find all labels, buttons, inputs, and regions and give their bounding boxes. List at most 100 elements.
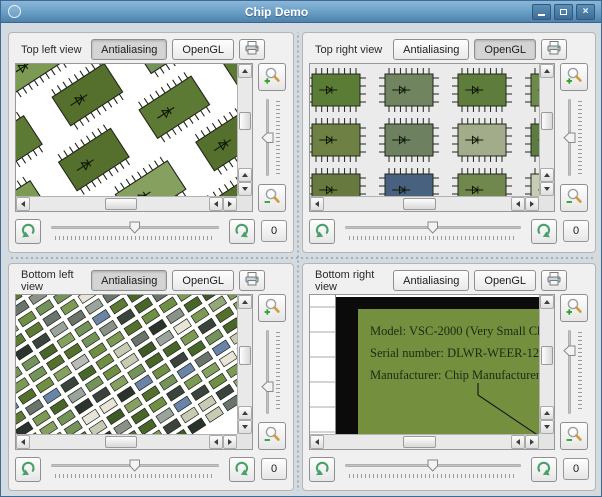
print-button[interactable]: [541, 270, 567, 291]
slider-handle[interactable]: [427, 221, 439, 234]
print-button[interactable]: [541, 39, 567, 60]
rotation-spinbox[interactable]: 0: [563, 220, 589, 242]
vertical-scrollbar[interactable]: [539, 295, 554, 434]
maximize-button[interactable]: [554, 3, 573, 20]
scroll-right-button[interactable]: [223, 197, 237, 211]
scroll-right-button[interactable]: [525, 197, 539, 211]
vertical-scrollbar[interactable]: [237, 64, 252, 196]
close-button[interactable]: ×: [576, 3, 595, 20]
scroll-up-button-2[interactable]: [540, 406, 554, 420]
slider-handle[interactable]: [261, 381, 274, 393]
scroll-track[interactable]: [30, 197, 209, 211]
print-button[interactable]: [239, 39, 265, 60]
scroll-left-button[interactable]: [310, 435, 324, 449]
slider-handle[interactable]: [427, 459, 439, 472]
scroll-handle[interactable]: [541, 345, 553, 366]
rotate-left-button[interactable]: [15, 456, 41, 482]
scroll-down-button[interactable]: [540, 420, 554, 434]
scroll-handle[interactable]: [105, 198, 138, 210]
scroll-handle[interactable]: [541, 112, 553, 131]
scroll-left-button[interactable]: [16, 435, 30, 449]
antialiasing-button[interactable]: Antialiasing: [91, 270, 168, 291]
scroll-track[interactable]: [324, 435, 511, 449]
zoom-out-button[interactable]: [560, 422, 588, 450]
rotate-slider[interactable]: [47, 458, 223, 480]
horizontal-scrollbar[interactable]: [310, 434, 539, 449]
scroll-up-button[interactable]: [540, 64, 554, 78]
zoom-slider[interactable]: [563, 326, 585, 418]
scroll-handle[interactable]: [239, 345, 251, 366]
scroll-up-button[interactable]: [540, 295, 554, 309]
opengl-button[interactable]: OpenGL: [172, 270, 234, 291]
zoom-out-button[interactable]: [258, 422, 286, 450]
scroll-right-button[interactable]: [223, 435, 237, 449]
rotation-spinbox[interactable]: 0: [261, 220, 287, 242]
window-icon[interactable]: [8, 5, 21, 18]
opengl-button[interactable]: OpenGL: [474, 39, 536, 60]
scroll-handle[interactable]: [239, 112, 251, 131]
rotate-right-button[interactable]: [229, 218, 255, 244]
rotate-slider[interactable]: [341, 220, 525, 242]
zoom-slider[interactable]: [261, 95, 283, 180]
scroll-up-button[interactable]: [238, 295, 252, 309]
slider-handle[interactable]: [261, 132, 274, 144]
scroll-left-button-2[interactable]: [209, 435, 223, 449]
graphics-view[interactable]: [15, 294, 253, 450]
scroll-right-button[interactable]: [525, 435, 539, 449]
scroll-handle[interactable]: [402, 436, 437, 448]
scroll-track[interactable]: [324, 197, 511, 211]
rotate-right-button[interactable]: [531, 218, 557, 244]
scroll-track[interactable]: [238, 309, 252, 406]
rotate-slider[interactable]: [341, 458, 525, 480]
rotation-spinbox[interactable]: 0: [563, 458, 589, 480]
zoom-in-button[interactable]: [560, 294, 588, 322]
antialiasing-button[interactable]: Antialiasing: [91, 39, 168, 60]
opengl-button[interactable]: OpenGL: [172, 39, 234, 60]
print-button[interactable]: [239, 270, 265, 291]
rotate-left-button[interactable]: [15, 218, 41, 244]
scroll-left-button[interactable]: [16, 197, 30, 211]
graphics-view[interactable]: [309, 63, 555, 212]
horizontal-scrollbar[interactable]: [16, 434, 237, 449]
scroll-down-button[interactable]: [238, 420, 252, 434]
zoom-in-button[interactable]: [258, 294, 286, 322]
rotate-left-button[interactable]: [309, 456, 335, 482]
slider-handle[interactable]: [563, 345, 576, 357]
scroll-handle[interactable]: [402, 198, 437, 210]
graphics-view[interactable]: Model: VSC-2000 (Very Small Chip) at 9 Se…: [309, 294, 555, 450]
rotate-slider[interactable]: [47, 220, 223, 242]
graphics-view[interactable]: [15, 63, 253, 212]
vertical-scrollbar[interactable]: [237, 295, 252, 434]
scroll-left-button-2[interactable]: [511, 435, 525, 449]
zoom-slider[interactable]: [563, 95, 585, 180]
scroll-up-button[interactable]: [238, 64, 252, 78]
scroll-down-button[interactable]: [238, 182, 252, 196]
zoom-out-button[interactable]: [258, 184, 286, 212]
zoom-in-button[interactable]: [560, 63, 588, 91]
scroll-track[interactable]: [30, 435, 209, 449]
scroll-track[interactable]: [540, 78, 554, 168]
scroll-left-button[interactable]: [310, 197, 324, 211]
splitter-horizontal[interactable]: [8, 254, 596, 262]
rotate-right-button[interactable]: [229, 456, 255, 482]
antialiasing-button[interactable]: Antialiasing: [393, 270, 470, 291]
minimize-button[interactable]: [532, 3, 551, 20]
horizontal-scrollbar[interactable]: [310, 196, 539, 211]
scroll-up-button-2[interactable]: [238, 168, 252, 182]
rotate-right-button[interactable]: [531, 456, 557, 482]
antialiasing-button[interactable]: Antialiasing: [393, 39, 470, 60]
slider-handle[interactable]: [563, 132, 576, 144]
zoom-out-button[interactable]: [560, 184, 588, 212]
zoom-slider[interactable]: [261, 326, 283, 418]
zoom-in-button[interactable]: [258, 63, 286, 91]
scroll-down-button[interactable]: [540, 182, 554, 196]
scroll-left-button-2[interactable]: [511, 197, 525, 211]
horizontal-scrollbar[interactable]: [16, 196, 237, 211]
rotation-spinbox[interactable]: 0: [261, 458, 287, 480]
opengl-button[interactable]: OpenGL: [474, 270, 536, 291]
scroll-up-button-2[interactable]: [238, 406, 252, 420]
scroll-left-button-2[interactable]: [209, 197, 223, 211]
vertical-scrollbar[interactable]: [539, 64, 554, 196]
scroll-track[interactable]: [238, 78, 252, 168]
scroll-track[interactable]: [540, 309, 554, 406]
